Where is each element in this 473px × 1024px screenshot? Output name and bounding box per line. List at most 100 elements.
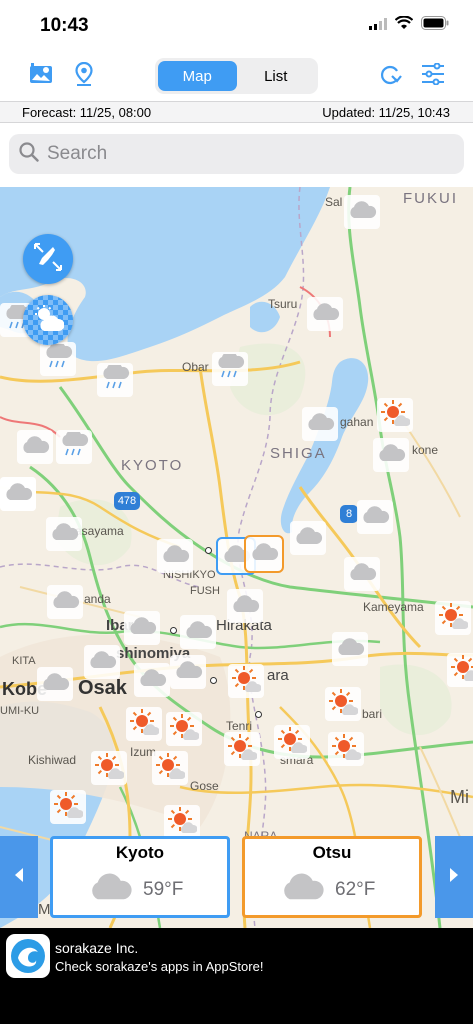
weather-tile[interactable] <box>307 297 343 331</box>
search-box[interactable] <box>9 134 464 174</box>
weather-tile[interactable] <box>377 398 413 432</box>
sun-cloud-icon <box>438 602 469 635</box>
settings-button[interactable] <box>417 60 449 92</box>
rain-icon <box>215 350 245 385</box>
weather-tile[interactable] <box>227 589 263 623</box>
battery-icon <box>421 16 449 35</box>
weather-tile[interactable] <box>373 438 409 472</box>
forecast-time: Forecast: 11/25, 08:00 <box>22 105 152 120</box>
weather-tile[interactable] <box>212 350 248 386</box>
weather-tile[interactable] <box>447 653 473 687</box>
weather-tile[interactable] <box>344 557 380 591</box>
weather-tile[interactable] <box>50 790 86 824</box>
ad-banner[interactable]: sorakaze Inc. Check sorakaze's apps in A… <box>0 928 473 1024</box>
weather-tile[interactable] <box>84 645 120 679</box>
next-city-button[interactable] <box>435 836 473 918</box>
city-card-kyoto[interactable]: Kyoto 59°F <box>50 836 230 918</box>
weather-tile[interactable] <box>134 663 170 697</box>
weather-tile[interactable] <box>46 517 82 551</box>
weather-tile[interactable] <box>224 732 260 766</box>
status-time: 10:43 <box>40 15 89 36</box>
cloud-icon <box>360 505 390 529</box>
weather-tile[interactable] <box>166 712 202 746</box>
location-button[interactable] <box>68 60 100 92</box>
weather-tile[interactable] <box>325 687 361 721</box>
search-icon <box>19 141 39 167</box>
weather-tile[interactable] <box>344 195 380 229</box>
city-card-name: Kyoto <box>115 843 165 862</box>
city-label: Gose <box>190 779 219 793</box>
city-label: asayama <box>75 524 124 538</box>
weather-tile[interactable] <box>164 805 200 839</box>
weather-tile[interactable] <box>357 500 393 534</box>
city-label: Obar <box>182 360 209 374</box>
weather-tile[interactable] <box>290 521 326 555</box>
weather-tile[interactable] <box>170 655 206 689</box>
city-label: Kishiwad <box>28 753 77 767</box>
cloud-icon <box>173 660 203 684</box>
ad-subtitle: Check sorakaze's apps in AppStore! <box>55 959 264 974</box>
city-card-temp: 62°F <box>335 879 376 900</box>
weather-tile[interactable] <box>302 407 338 441</box>
weather-tile[interactable] <box>274 725 310 759</box>
weather-tile[interactable] <box>435 601 471 635</box>
chevron-right-icon <box>448 867 460 888</box>
weather-tile[interactable] <box>332 632 368 666</box>
cloud-icon <box>3 482 33 506</box>
city-dot <box>210 677 217 684</box>
city-label: Sal <box>325 195 343 209</box>
weather-map-icon <box>29 62 53 90</box>
previous-city-button[interactable] <box>0 836 38 918</box>
refresh-button[interactable] <box>374 60 406 92</box>
map-weather-toggle-button[interactable] <box>25 60 57 92</box>
layer-toggle-button[interactable] <box>23 295 73 345</box>
city-label: bari <box>362 707 383 721</box>
weather-tile-selected-otsu[interactable] <box>244 535 284 573</box>
sun-cloud-icon <box>380 399 411 432</box>
search-input[interactable] <box>47 143 427 165</box>
japan-arrows-icon <box>31 240 65 279</box>
cloud-icon <box>50 590 80 614</box>
weather-tile[interactable] <box>37 667 73 701</box>
refresh-icon <box>378 62 402 91</box>
cloud-icon <box>137 668 167 692</box>
sun-cloud-icon <box>53 791 84 824</box>
weather-tile[interactable] <box>180 615 216 649</box>
weather-tile[interactable] <box>152 751 188 785</box>
sorakaze-app-icon <box>6 934 50 978</box>
status-bar: 10:43 <box>0 0 473 50</box>
cloud-icon <box>183 620 213 644</box>
tab-map[interactable]: Map <box>158 61 237 91</box>
weather-tile[interactable] <box>157 539 193 573</box>
weather-tile[interactable] <box>47 585 83 619</box>
weather-tile[interactable] <box>40 340 76 376</box>
cloud-icon <box>249 542 279 566</box>
region-toggle-button[interactable] <box>23 234 73 284</box>
weather-tile[interactable] <box>91 751 127 785</box>
weather-tile[interactable] <box>124 611 160 645</box>
location-pin-icon <box>75 61 93 91</box>
city-label: UMI-KU <box>0 705 40 717</box>
weather-map[interactable]: KYOTO SHIGA FUKUI Sal Tsuru Obar gahan k… <box>0 187 473 928</box>
weather-tile[interactable] <box>126 707 162 741</box>
cloud-icon <box>127 616 157 640</box>
sun-cloud-icon <box>169 713 200 746</box>
chevron-left-icon <box>13 867 25 888</box>
weather-tile[interactable] <box>228 664 264 698</box>
region-label-fukui: FUKUI <box>403 190 458 207</box>
region-label-kyoto: KYOTO <box>121 457 184 474</box>
cloud-icon <box>40 672 70 696</box>
city-label: ara <box>267 667 289 684</box>
cloud-icon <box>376 443 406 467</box>
city-label: anda <box>84 592 111 606</box>
city-label: Mi <box>450 787 469 807</box>
weather-tile[interactable] <box>328 732 364 766</box>
weather-tile[interactable] <box>17 430 53 464</box>
weather-tile[interactable] <box>56 428 92 464</box>
sliders-icon <box>421 62 445 90</box>
weather-tile[interactable] <box>97 361 133 397</box>
city-card-otsu[interactable]: Otsu 62°F <box>242 836 422 918</box>
weather-tile[interactable] <box>0 477 36 511</box>
tab-list[interactable]: List <box>237 61 316 91</box>
rain-icon <box>43 340 73 375</box>
